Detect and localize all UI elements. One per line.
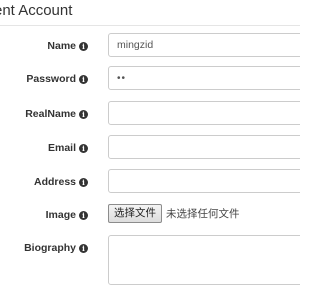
info-icon[interactable]: i	[79, 210, 88, 220]
name-row: Name i mingzid	[0, 33, 300, 59]
name-label-text: Name	[47, 40, 76, 52]
realname-label-text: RealName	[25, 108, 76, 120]
password-input-value: ••	[117, 73, 127, 84]
password-label: Password i	[26, 66, 88, 92]
image-label-text: Image	[45, 209, 76, 221]
info-icon[interactable]: i	[79, 41, 88, 51]
address-row: Address i	[0, 169, 300, 195]
email-row: Email i	[0, 135, 300, 161]
info-icon[interactable]: i	[79, 143, 88, 153]
password-label-text: Password	[26, 73, 76, 85]
form-title: ent Account	[0, 2, 73, 19]
password-row: Password i ••	[0, 66, 300, 92]
info-icon[interactable]: i	[79, 177, 88, 187]
address-label-text: Address	[33, 176, 76, 188]
choose-file-button[interactable]: 选择文件	[108, 204, 162, 223]
image-file-input: 选择文件 未选择任何文件	[108, 204, 240, 223]
name-input[interactable]: mingzid	[108, 33, 300, 57]
info-icon[interactable]: i	[79, 74, 88, 84]
email-label-text: Email	[47, 142, 76, 154]
info-icon[interactable]: i	[79, 109, 88, 119]
email-input[interactable]	[108, 135, 300, 159]
title-divider	[0, 25, 300, 26]
address-label: Address i	[34, 169, 88, 195]
image-row: Image i 选择文件 未选择任何文件	[0, 202, 300, 228]
image-label: Image i	[46, 202, 88, 228]
realname-input[interactable]	[108, 101, 300, 125]
account-form-page: ent Account Name i mingzid Password i ••…	[0, 0, 300, 300]
biography-label: Biography i	[24, 235, 88, 261]
password-input[interactable]: ••	[108, 66, 300, 90]
realname-row: RealName i	[0, 101, 300, 127]
address-input[interactable]	[108, 169, 300, 193]
name-label: Name i	[47, 33, 88, 59]
biography-label-text: Biography	[24, 242, 76, 254]
biography-textarea[interactable]	[108, 235, 300, 285]
biography-row: Biography i	[0, 235, 300, 287]
name-input-value: mingzid	[117, 39, 154, 51]
file-status-text: 未选择任何文件	[166, 208, 240, 220]
info-icon[interactable]: i	[79, 243, 88, 253]
email-label: Email i	[48, 135, 88, 161]
realname-label: RealName i	[25, 101, 88, 127]
